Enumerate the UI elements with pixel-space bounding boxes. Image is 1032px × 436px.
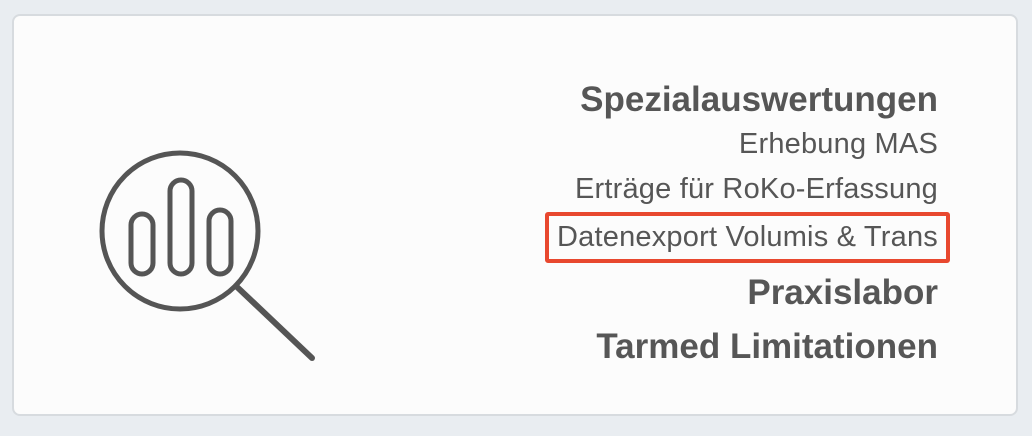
menu-item-erhebung-mas[interactable]: Erhebung MAS: [545, 122, 938, 167]
evaluation-menu: Spezialauswertungen Erhebung MAS Erträge…: [545, 78, 950, 369]
menu-heading-tarmed-limitationen[interactable]: Tarmed Limitationen: [545, 325, 938, 369]
menu-heading-praxislabor[interactable]: Praxislabor: [545, 271, 938, 315]
menu-item-datenexport-volumis[interactable]: Datenexport Volumis & Trans: [545, 212, 950, 263]
menu-item-ertraege-roko[interactable]: Erträge für RoKo-Erfassung: [545, 167, 938, 212]
special-evaluations-card: Spezialauswertungen Erhebung MAS Erträge…: [12, 14, 1018, 416]
highlight-wrap: Datenexport Volumis & Trans: [545, 212, 950, 263]
menu-heading-spezialauswertungen[interactable]: Spezialauswertungen: [545, 78, 938, 122]
magnifier-chart-icon: [99, 150, 315, 361]
